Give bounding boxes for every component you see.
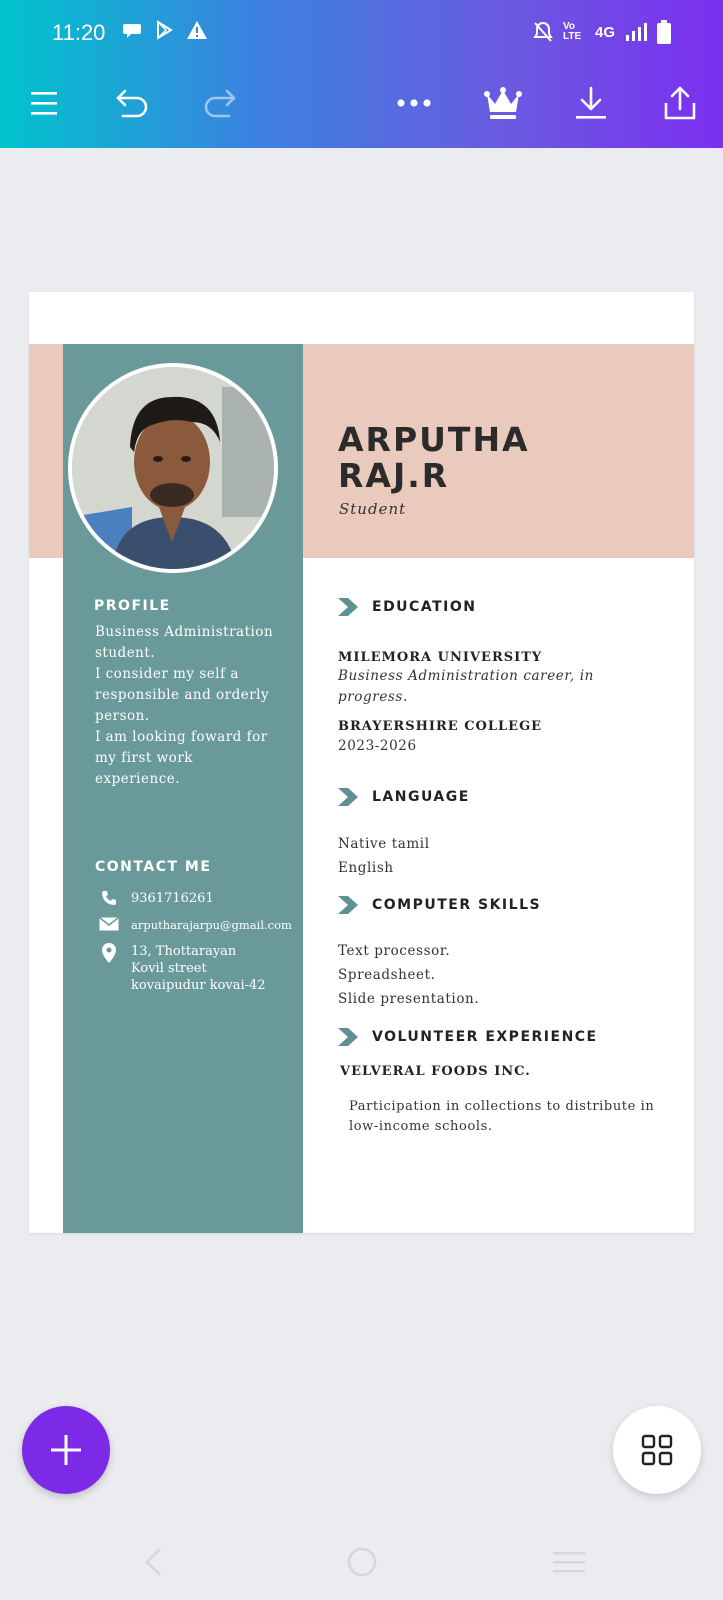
volunteer-org: VELVERAL FOODS INC.	[340, 1064, 531, 1079]
signal-icon	[626, 23, 647, 41]
share-icon	[664, 86, 696, 120]
portrait-image	[72, 367, 274, 569]
school-2-name: BRAYERSHIRE COLLEGE	[338, 719, 543, 734]
contact-heading: CONTACT ME	[95, 859, 212, 875]
computer-skills-heading: COMPUTER SKILLS	[338, 896, 541, 914]
volunteer-description: Participation in collections to distribu…	[349, 1097, 654, 1137]
profile-line: my first work	[95, 750, 193, 766]
contact-address: 13, Thottarayan Kovil street kovaipudur …	[97, 943, 266, 994]
profile-photo[interactable]	[68, 363, 278, 573]
profile-line: student.	[95, 645, 156, 661]
battery-icon	[657, 20, 671, 44]
contact-email: arputharajarpu@gmail.com	[97, 917, 292, 937]
home-icon	[347, 1547, 377, 1577]
computer-skills-heading-text: COMPUTER SKILLS	[372, 897, 542, 913]
home-button[interactable]	[332, 1540, 392, 1584]
address-line: kovaipudur kovai-42	[131, 978, 266, 993]
school-1-desc-line: Business Administration career, in	[338, 668, 594, 684]
language-list: Native tamil English	[338, 832, 430, 880]
skills-list: Text processor. Spreadsheet. Slide prese…	[338, 939, 479, 1011]
play-store-icon	[157, 20, 173, 40]
chevron-right-icon	[338, 598, 358, 616]
chat-icon	[123, 24, 141, 38]
person-name: ARPUTHA RAJ.R	[338, 422, 530, 494]
language-item: Native tamil	[338, 836, 430, 852]
volunteer-desc-line: low-income schools.	[349, 1119, 493, 1134]
status-time: 11:20	[52, 20, 106, 45]
more-button[interactable]	[389, 78, 439, 128]
download-icon	[576, 86, 606, 119]
more-icon	[397, 99, 431, 107]
premium-button[interactable]	[478, 78, 528, 128]
profile-text: Business Administration student. I consi…	[95, 622, 273, 790]
plus-icon	[51, 1435, 81, 1465]
profile-line: I consider my self a	[95, 666, 239, 682]
address-line: 13, Thottarayan	[131, 944, 237, 959]
profile-line: Business Administration	[95, 624, 274, 640]
bell-off-icon	[533, 21, 553, 42]
redo-icon	[204, 89, 236, 118]
grid-icon	[641, 1434, 673, 1466]
undo-button[interactable]	[108, 78, 158, 128]
warning-icon	[187, 21, 207, 39]
system-nav-bar	[0, 1530, 723, 1600]
editor-toolbar	[0, 78, 723, 128]
school-1-description: Business Administration career, in progr…	[338, 666, 594, 708]
language-heading: LANGUAGE	[338, 788, 470, 806]
name-line-1: ARPUTHA	[338, 420, 530, 459]
chevron-right-icon	[338, 788, 358, 806]
phone-icon	[102, 891, 116, 905]
school-2-years: 2023-2026	[338, 738, 417, 754]
volunteer-heading-text: VOLUNTEER EXPERIENCE	[372, 1029, 598, 1045]
phone-number: 9361716261	[131, 891, 214, 906]
back-icon	[145, 1548, 161, 1576]
menu-icon	[31, 92, 57, 115]
education-heading: EDUCATION	[338, 598, 476, 616]
volte-label: Vo LTE	[562, 21, 582, 42]
menu-button[interactable]	[19, 78, 69, 128]
profile-line: experience.	[95, 771, 181, 787]
undo-icon	[116, 89, 148, 118]
pages-grid-button[interactable]	[613, 1406, 701, 1494]
crown-icon	[484, 87, 522, 119]
chevron-right-icon	[338, 1028, 358, 1046]
language-heading-text: LANGUAGE	[372, 789, 470, 805]
share-button[interactable]	[655, 78, 705, 128]
school-1-name: MILEMORA UNIVERSITY	[338, 650, 543, 665]
profile-line: person.	[95, 708, 150, 724]
recents-icon	[553, 1552, 585, 1573]
skill-item: Spreadsheet.	[338, 967, 436, 983]
profile-line: responsible and orderly	[95, 687, 270, 703]
recents-button[interactable]	[539, 1540, 599, 1584]
back-button[interactable]	[124, 1540, 184, 1584]
person-role: Student	[339, 500, 407, 518]
mail-icon	[99, 917, 119, 931]
email-address: arputharajarpu@gmail.com	[131, 918, 292, 932]
profile-line: I am looking foward for	[95, 729, 268, 745]
profile-heading: PROFILE	[94, 598, 171, 614]
contact-phone: 9361716261	[97, 890, 214, 910]
skill-item: Slide presentation.	[338, 991, 480, 1007]
language-item: English	[338, 860, 394, 876]
name-line-2: RAJ.R	[338, 456, 450, 495]
redo-button[interactable]	[194, 78, 244, 128]
app-header: 11:20 Vo LTE 4G	[0, 0, 723, 148]
school-1-desc-line: progress.	[338, 689, 408, 705]
chevron-right-icon	[338, 896, 358, 914]
add-element-button[interactable]	[22, 1406, 110, 1494]
network-label: 4G	[594, 23, 615, 41]
status-bar: 11:20 Vo LTE 4G	[0, 0, 723, 66]
download-button[interactable]	[566, 78, 616, 128]
skill-item: Text processor.	[338, 943, 451, 959]
resume-document[interactable]: ARPUTHA RAJ.R Student PROFILE Business A…	[29, 292, 694, 1233]
volunteer-heading: VOLUNTEER EXPERIENCE	[338, 1028, 598, 1046]
education-heading-text: EDUCATION	[372, 599, 477, 615]
volunteer-desc-line: Participation in collections to distribu…	[349, 1099, 655, 1114]
address-line: Kovil street	[131, 961, 207, 976]
location-pin-icon	[102, 943, 116, 963]
